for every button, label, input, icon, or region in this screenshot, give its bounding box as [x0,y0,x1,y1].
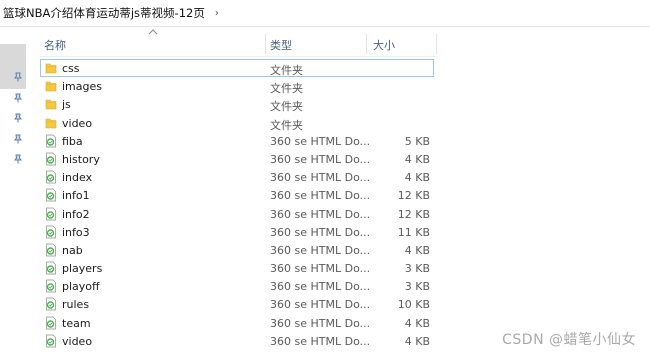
watermark: CSDN @蜡笔小仙女 [502,332,636,348]
file-name: players [62,262,103,276]
pin-icon[interactable] [13,134,23,144]
column-divider[interactable] [265,34,266,54]
file-name: playoff [62,280,100,294]
file-name: team [62,316,91,330]
pin-icon[interactable] [13,93,23,103]
pin-icon[interactable] [13,72,23,82]
file-type: 360 se HTML Do... [270,262,371,276]
file-name: info1 [62,189,90,203]
file-type: 360 se HTML Do... [270,225,371,239]
file-size: 11 KB [397,225,430,239]
file-type: 360 se HTML Do... [270,207,371,221]
html-file-icon [45,334,57,348]
file-row[interactable]: team 360 se HTML Do... 4 KB [40,314,434,332]
column-name[interactable]: 名称 [44,37,66,53]
file-type: 360 se HTML Do... [270,243,371,257]
file-name: fiba [62,134,83,148]
file-size: 3 KB [404,262,430,276]
file-name: css [62,62,80,75]
file-row[interactable]: index 360 se HTML Do... 4 KB [40,168,434,186]
file-type: 360 se HTML Do... [270,334,371,348]
file-name: nab [62,243,83,257]
sort-ascending-icon [148,29,158,35]
file-type: 360 se HTML Do... [270,189,371,203]
file-type: 360 se HTML Do... [270,152,371,166]
file-row[interactable]: video 360 se HTML Do... 4 KB [40,332,434,350]
html-file-icon [45,170,57,184]
file-row[interactable]: info3 360 se HTML Do... 11 KB [40,223,434,241]
column-header: 名称 类型 大小 [40,28,438,57]
html-file-icon [45,152,57,166]
pin-icon[interactable] [13,113,23,123]
folder-icon [45,116,57,130]
file-name: info3 [62,225,90,239]
breadcrumb: 篮球NBA介绍体育运动蒂js蒂视频-12页 › [0,0,650,27]
folder-icon [45,97,57,111]
html-file-icon [45,316,57,330]
file-size: 12 KB [397,207,430,221]
file-row[interactable]: players 360 se HTML Do... 3 KB [40,259,434,277]
file-row[interactable]: css 文件夹 [40,59,434,78]
folder-icon [45,79,57,93]
html-file-icon [45,207,57,221]
file-size: 4 KB [404,152,430,166]
file-name: history [62,152,100,166]
breadcrumb-folder[interactable]: 篮球NBA介绍体育运动蒂js蒂视频-12页 [0,5,205,21]
file-row[interactable]: playoff 360 se HTML Do... 3 KB [40,277,434,295]
folder-icon [45,61,57,75]
file-type: 360 se HTML Do... [270,171,371,185]
nav-selected-item[interactable] [0,44,26,89]
file-size: 5 KB [404,134,430,148]
column-size[interactable]: 大小 [373,37,395,53]
file-name: rules [62,298,90,312]
file-type: 文件夹 [270,100,303,114]
html-file-icon [45,279,57,293]
file-list: css 文件夹 images 文件夹 js 文件夹 video 文件夹 fiba 360 se H… [40,59,434,350]
column-divider[interactable] [436,34,437,54]
html-file-icon [45,261,57,275]
file-name: js [62,98,71,112]
file-size: 3 KB [404,280,430,294]
file-type: 360 se HTML Do... [270,280,371,294]
file-row[interactable]: info2 360 se HTML Do... 12 KB [40,205,434,223]
html-file-icon [45,134,57,148]
file-row[interactable]: history 360 se HTML Do... 4 KB [40,150,434,168]
html-file-icon [45,243,57,257]
file-type: 文件夹 [270,82,303,96]
file-name: info2 [62,207,90,221]
file-type: 360 se HTML Do... [270,316,371,330]
file-row[interactable]: fiba 360 se HTML Do... 5 KB [40,132,434,150]
file-type: 360 se HTML Do... [270,134,371,148]
file-row[interactable]: info1 360 se HTML Do... 12 KB [40,186,434,204]
file-size: 4 KB [404,316,430,330]
file-type: 文件夹 [270,64,303,77]
html-file-icon [45,225,57,239]
html-file-icon [45,297,57,311]
column-type[interactable]: 类型 [270,37,292,53]
chevron-right-icon[interactable]: › [215,8,219,19]
file-size: 12 KB [397,189,430,203]
file-row[interactable]: js 文件夹 [40,95,434,113]
file-row[interactable]: video 文件夹 [40,114,434,132]
file-name: images [62,80,102,94]
file-size: 4 KB [404,171,430,185]
file-name: video [62,116,93,130]
file-size: 10 KB [397,298,430,312]
file-size: 4 KB [404,334,430,348]
pin-icon[interactable] [13,154,23,164]
file-row[interactable]: rules 360 se HTML Do... 10 KB [40,295,434,313]
file-name: index [62,171,93,185]
file-name: video [62,334,93,348]
file-row[interactable]: nab 360 se HTML Do... 4 KB [40,241,434,259]
file-type: 360 se HTML Do... [270,298,371,312]
file-size: 4 KB [404,243,430,257]
file-row[interactable]: images 文件夹 [40,77,434,95]
navigation-pane [0,27,26,355]
file-type: 文件夹 [270,118,303,132]
html-file-icon [45,188,57,202]
column-divider[interactable] [366,34,367,54]
